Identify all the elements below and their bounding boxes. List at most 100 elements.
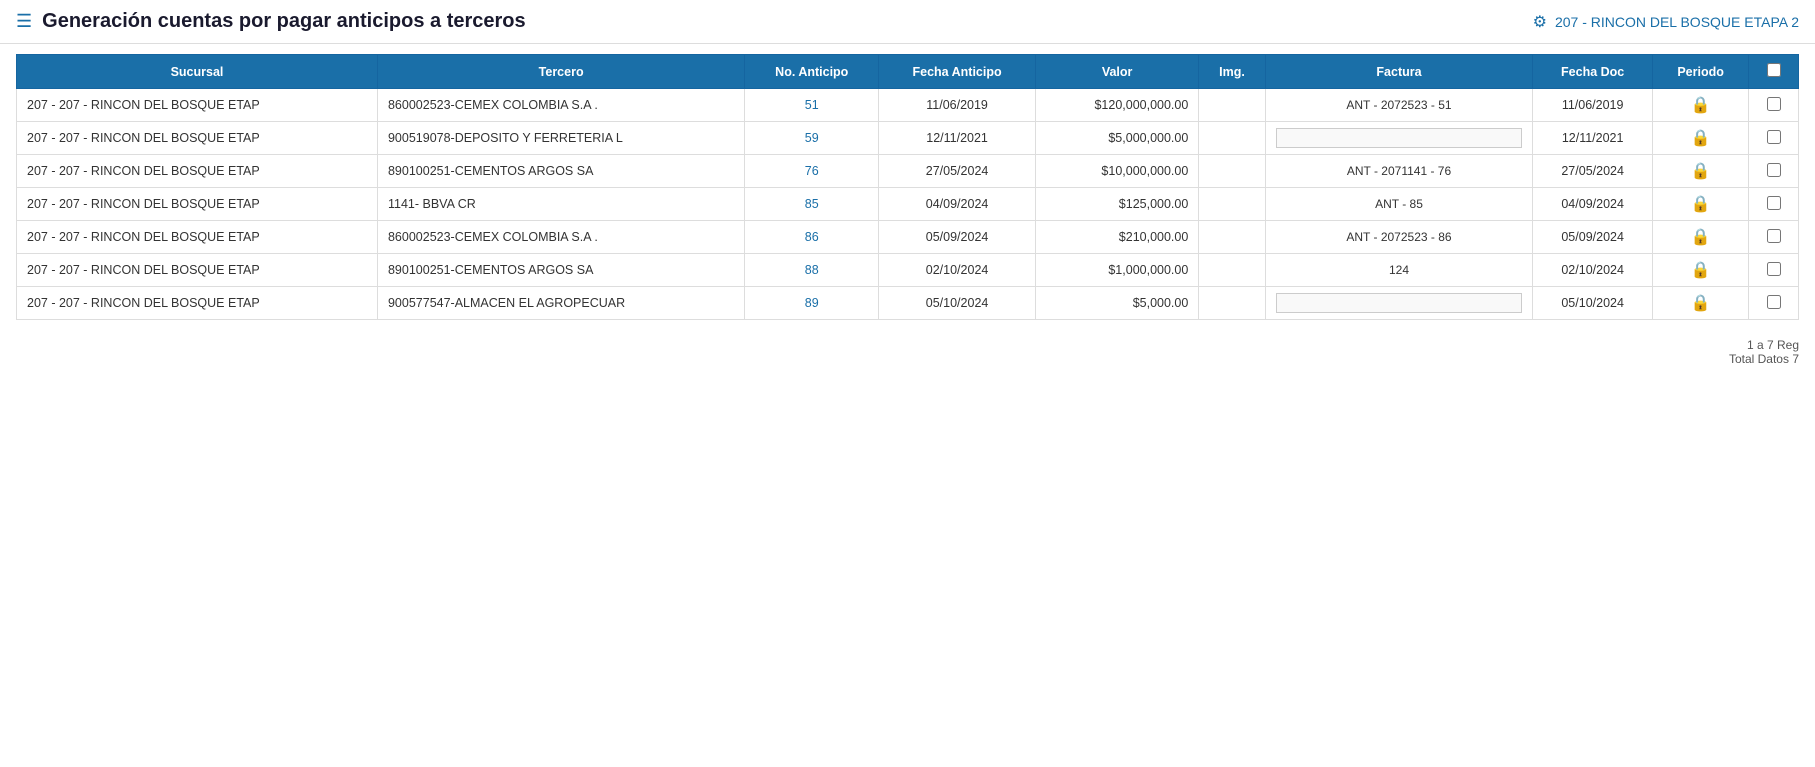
col-valor: Valor (1035, 55, 1198, 89)
cell-factura: ANT - 2071141 - 76 (1265, 155, 1532, 188)
cell-valor: $125,000.00 (1035, 188, 1198, 221)
row-checkbox[interactable] (1767, 130, 1781, 144)
cell-fecha-doc: 12/11/2021 (1533, 122, 1653, 155)
cell-img (1199, 89, 1265, 122)
cell-checkbox[interactable] (1749, 89, 1799, 122)
lock-icon: 🔒 (1691, 196, 1711, 213)
cell-tercero: 890100251-CEMENTOS ARGOS SA (377, 254, 744, 287)
cell-img (1199, 188, 1265, 221)
cell-valor: $10,000,000.00 (1035, 155, 1198, 188)
cell-checkbox[interactable] (1749, 287, 1799, 320)
cell-periodo[interactable]: 🔒 (1653, 155, 1749, 188)
row-checkbox[interactable] (1767, 196, 1781, 210)
cell-no-anticipo[interactable]: 86 (745, 221, 879, 254)
row-checkbox[interactable] (1767, 295, 1781, 309)
table-row: 207 - 207 - RINCON DEL BOSQUE ETAP 90057… (17, 287, 1799, 320)
anticipo-link[interactable]: 86 (805, 230, 819, 244)
cell-valor: $120,000,000.00 (1035, 89, 1198, 122)
cell-fecha-anticipo: 11/06/2019 (879, 89, 1036, 122)
table-row: 207 - 207 - RINCON DEL BOSQUE ETAP 90051… (17, 122, 1799, 155)
cell-no-anticipo[interactable]: 85 (745, 188, 879, 221)
lock-icon: 🔒 (1691, 262, 1711, 279)
cell-tercero: 890100251-CEMENTOS ARGOS SA (377, 155, 744, 188)
cell-fecha-anticipo: 02/10/2024 (879, 254, 1036, 287)
company-label: 207 - RINCON DEL BOSQUE ETAPA 2 (1555, 14, 1799, 30)
cell-valor: $5,000,000.00 (1035, 122, 1198, 155)
cell-no-anticipo[interactable]: 59 (745, 122, 879, 155)
gear-icon[interactable]: ⚙ (1533, 12, 1547, 32)
cell-periodo[interactable]: 🔒 (1653, 122, 1749, 155)
anticipo-link[interactable]: 85 (805, 197, 819, 211)
col-fecha-anticipo: Fecha Anticipo (879, 55, 1036, 89)
factura-input[interactable] (1276, 293, 1522, 313)
cell-fecha-doc: 05/09/2024 (1533, 221, 1653, 254)
header-left: ☰ Generación cuentas por pagar anticipos… (16, 10, 526, 33)
anticipo-link[interactable]: 89 (805, 296, 819, 310)
cell-periodo[interactable]: 🔒 (1653, 287, 1749, 320)
cell-fecha-doc: 05/10/2024 (1533, 287, 1653, 320)
col-factura: Factura (1265, 55, 1532, 89)
anticipo-link[interactable]: 88 (805, 263, 819, 277)
lock-icon: 🔒 (1691, 130, 1711, 147)
table-row: 207 - 207 - RINCON DEL BOSQUE ETAP 89010… (17, 155, 1799, 188)
row-checkbox[interactable] (1767, 229, 1781, 243)
lock-icon: 🔒 (1691, 163, 1711, 180)
cell-factura[interactable] (1265, 287, 1532, 320)
cell-sucursal: 207 - 207 - RINCON DEL BOSQUE ETAP (17, 89, 378, 122)
cell-checkbox[interactable] (1749, 188, 1799, 221)
cell-valor: $5,000.00 (1035, 287, 1198, 320)
cell-fecha-doc: 02/10/2024 (1533, 254, 1653, 287)
row-checkbox[interactable] (1767, 163, 1781, 177)
pagination-range: 1 a 7 Reg (16, 338, 1799, 352)
cell-fecha-anticipo: 05/10/2024 (879, 287, 1036, 320)
cell-no-anticipo[interactable]: 89 (745, 287, 879, 320)
row-checkbox[interactable] (1767, 97, 1781, 111)
table-row: 207 - 207 - RINCON DEL BOSQUE ETAP 86000… (17, 89, 1799, 122)
row-checkbox[interactable] (1767, 262, 1781, 276)
select-all-checkbox[interactable] (1767, 63, 1781, 77)
cell-sucursal: 207 - 207 - RINCON DEL BOSQUE ETAP (17, 287, 378, 320)
cell-no-anticipo[interactable]: 76 (745, 155, 879, 188)
cell-fecha-anticipo: 12/11/2021 (879, 122, 1036, 155)
cell-periodo[interactable]: 🔒 (1653, 254, 1749, 287)
cell-checkbox[interactable] (1749, 221, 1799, 254)
factura-value: ANT - 2072523 - 86 (1346, 230, 1451, 244)
table-row: 207 - 207 - RINCON DEL BOSQUE ETAP 1141-… (17, 188, 1799, 221)
cell-periodo[interactable]: 🔒 (1653, 221, 1749, 254)
col-sucursal: Sucursal (17, 55, 378, 89)
cell-periodo[interactable]: 🔒 (1653, 89, 1749, 122)
col-checkbox-header[interactable] (1749, 55, 1799, 89)
lock-icon: 🔒 (1691, 97, 1711, 114)
cell-no-anticipo[interactable]: 88 (745, 254, 879, 287)
cell-checkbox[interactable] (1749, 254, 1799, 287)
cell-img (1199, 287, 1265, 320)
anticipo-link[interactable]: 51 (805, 98, 819, 112)
factura-value: ANT - 2071141 - 76 (1347, 164, 1451, 178)
cell-img (1199, 254, 1265, 287)
cell-factura: ANT - 85 (1265, 188, 1532, 221)
cell-fecha-anticipo: 27/05/2024 (879, 155, 1036, 188)
col-img: Img. (1199, 55, 1265, 89)
factura-value: ANT - 85 (1375, 197, 1423, 211)
anticipo-link[interactable]: 76 (805, 164, 819, 178)
anticipo-link[interactable]: 59 (805, 131, 819, 145)
cell-periodo[interactable]: 🔒 (1653, 188, 1749, 221)
cell-checkbox[interactable] (1749, 155, 1799, 188)
cell-fecha-doc: 11/06/2019 (1533, 89, 1653, 122)
menu-icon[interactable]: ☰ (16, 11, 32, 32)
factura-input[interactable] (1276, 128, 1522, 148)
header-right: ⚙ 207 - RINCON DEL BOSQUE ETAPA 2 (1533, 12, 1799, 32)
main-table: Sucursal Tercero No. Anticipo Fecha Anti… (16, 54, 1799, 320)
cell-img (1199, 155, 1265, 188)
cell-sucursal: 207 - 207 - RINCON DEL BOSQUE ETAP (17, 122, 378, 155)
cell-fecha-doc: 04/09/2024 (1533, 188, 1653, 221)
cell-checkbox[interactable] (1749, 122, 1799, 155)
cell-sucursal: 207 - 207 - RINCON DEL BOSQUE ETAP (17, 188, 378, 221)
cell-no-anticipo[interactable]: 51 (745, 89, 879, 122)
cell-factura: ANT - 2072523 - 86 (1265, 221, 1532, 254)
pagination-total: Total Datos 7 (16, 352, 1799, 366)
cell-factura[interactable] (1265, 122, 1532, 155)
col-no-anticipo: No. Anticipo (745, 55, 879, 89)
cell-tercero: 860002523-CEMEX COLOMBIA S.A . (377, 221, 744, 254)
table-container: Sucursal Tercero No. Anticipo Fecha Anti… (0, 44, 1815, 330)
